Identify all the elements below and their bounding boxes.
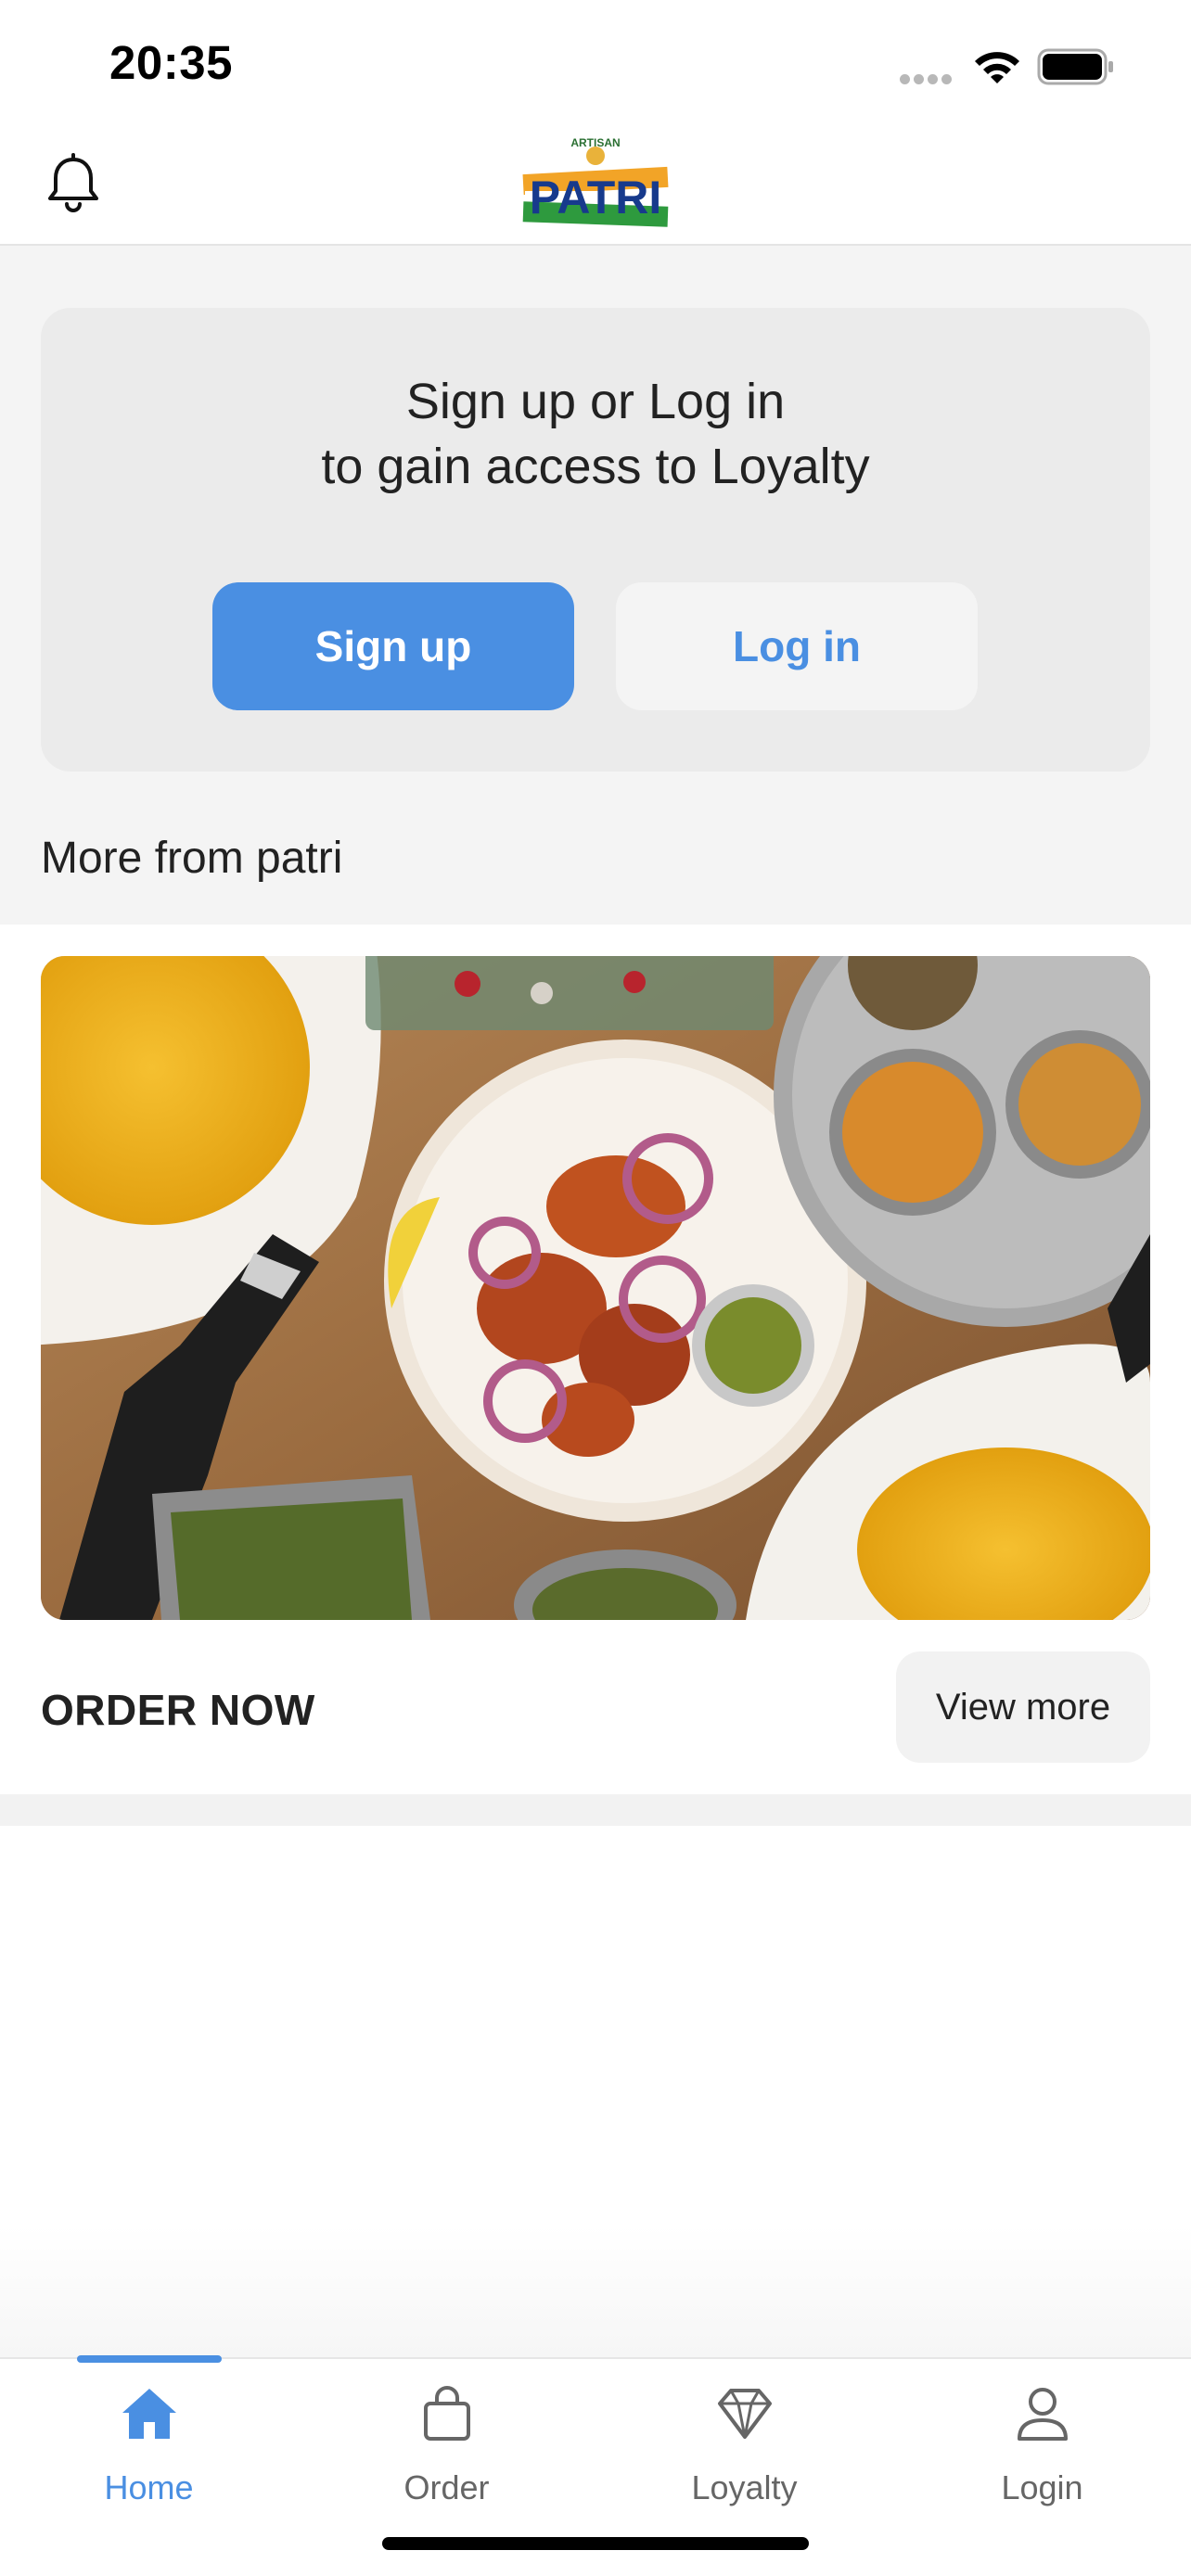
- promo-card[interactable]: ORDER NOW View more: [0, 925, 1191, 1794]
- brand-logo: ARTISAN PATRI: [522, 136, 669, 227]
- bag-icon: [423, 2386, 470, 2441]
- order-now-caption: ORDER NOW: [41, 1686, 315, 1734]
- tab-label-order: Order: [403, 2468, 490, 2506]
- cellular-signal-icon: [900, 72, 957, 84]
- wifi-icon: [975, 52, 1019, 83]
- app-header: ARTISAN PATRI: [0, 130, 1191, 246]
- section-title: More from patri: [41, 834, 343, 883]
- tab-login[interactable]: Login: [893, 2381, 1191, 2520]
- tab-label-home: Home: [104, 2468, 194, 2506]
- sign-up-button[interactable]: Sign up: [212, 582, 574, 710]
- view-more-button[interactable]: View more: [896, 1651, 1150, 1763]
- loyalty-heading-line1: Sign up or Log in: [405, 374, 786, 429]
- status-bar: 20:35: [0, 0, 1191, 139]
- status-time: 20:35: [109, 36, 233, 89]
- tab-loyalty[interactable]: Loyalty: [596, 2381, 893, 2520]
- section-divider: [0, 1794, 1191, 1826]
- home-icon: [122, 2389, 176, 2439]
- user-icon: [1017, 2388, 1068, 2441]
- tab-order[interactable]: Order: [298, 2381, 596, 2520]
- bottom-fade: [0, 2225, 1191, 2357]
- notification-bell-icon[interactable]: [45, 152, 102, 217]
- log-in-button[interactable]: Log in: [616, 582, 978, 710]
- home-indicator[interactable]: [382, 2537, 809, 2550]
- food-promo-image[interactable]: [41, 956, 1150, 1620]
- tab-label-loyalty: Loyalty: [691, 2468, 798, 2506]
- tab-home[interactable]: Home: [0, 2381, 298, 2520]
- battery-icon: [1037, 48, 1113, 85]
- active-tab-indicator: [77, 2355, 222, 2363]
- logo-text: PATRI: [530, 172, 662, 223]
- diamond-icon: [717, 2389, 772, 2439]
- loyalty-heading-line2: to gain access to Loyalty: [321, 439, 870, 494]
- tab-label-login: Login: [1001, 2468, 1083, 2506]
- logo-small-text: ARTISAN: [570, 136, 620, 149]
- loyalty-card: Sign up or Log in to gain access to Loya…: [41, 308, 1150, 772]
